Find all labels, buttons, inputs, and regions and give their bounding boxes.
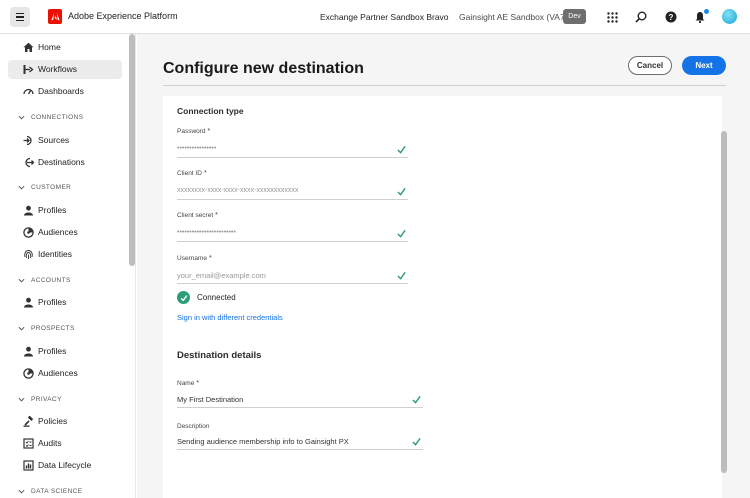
name-field[interactable]: My First Destination — [177, 392, 423, 408]
password-label: Password * — [177, 128, 211, 135]
help-icon[interactable]: ? — [664, 10, 678, 24]
profile-icon — [22, 345, 34, 357]
section-data-science[interactable]: DATA SCIENCE — [18, 488, 83, 495]
sidebar-item-home[interactable]: Home — [8, 38, 122, 57]
home-icon — [22, 41, 34, 53]
connection-status: Connected — [177, 291, 236, 304]
chevron-down-icon — [18, 278, 25, 283]
dashboard-icon — [22, 85, 34, 97]
chevron-down-icon — [18, 185, 25, 190]
name-label: Name * — [177, 380, 200, 387]
sidebar-item-data-lifecycle[interactable]: Data Lifecycle — [8, 456, 122, 475]
checkmark-icon — [397, 187, 406, 196]
username-label: Username * — [177, 255, 212, 262]
profile-icon — [22, 296, 34, 308]
audiences-icon — [22, 226, 34, 238]
checkmark-icon — [397, 145, 406, 154]
checkmark-icon — [412, 437, 421, 446]
sandbox-switcher[interactable]: Gainsight AE Sandbox (VA7) — [459, 12, 568, 22]
connection-type-heading: Connection type — [177, 106, 244, 116]
client-secret-label: Client secret * — [177, 212, 218, 219]
sidebar-item-identities[interactable]: Identities — [8, 245, 122, 264]
description-field[interactable]: Sending audience membership info to Gain… — [177, 434, 423, 450]
sidebar-item-customer-profiles[interactable]: Profiles — [8, 201, 122, 220]
chevron-down-icon — [18, 489, 25, 494]
org-switcher[interactable]: Exchange Partner Sandbox Bravo — [320, 12, 449, 22]
destination-details-heading: Destination details — [177, 350, 262, 361]
menu-icon[interactable] — [10, 7, 30, 27]
search-icon[interactable] — [634, 10, 648, 24]
adobe-logo[interactable] — [48, 9, 62, 24]
sidebar-item-workflows[interactable]: Workflows — [8, 60, 122, 79]
audits-icon — [22, 437, 34, 449]
sign-in-different-credentials-link[interactable]: Sign in with different credentials — [177, 313, 283, 322]
data-lifecycle-icon — [22, 459, 34, 471]
chevron-down-icon — [18, 115, 25, 120]
checkmark-icon — [412, 395, 421, 404]
client-id-label: Client ID * — [177, 170, 207, 177]
next-button[interactable]: Next — [682, 56, 726, 75]
audiences-icon — [22, 367, 34, 379]
client-id-field[interactable]: xxxxxxxx-xxxx-xxxx-xxxx-xxxxxxxxxxxx — [177, 184, 408, 200]
sources-icon — [22, 134, 34, 146]
sidebar-item-audits[interactable]: Audits — [8, 434, 122, 453]
checkmark-icon — [397, 229, 406, 238]
profile-icon — [22, 204, 34, 216]
fingerprint-icon — [22, 248, 34, 260]
password-field[interactable]: •••••••••••••••• — [177, 142, 408, 158]
env-badge: Dev — [563, 9, 586, 24]
destinations-icon — [22, 156, 34, 168]
chevron-down-icon — [18, 397, 25, 402]
workflows-icon — [22, 63, 34, 75]
success-check-icon — [177, 291, 190, 304]
section-accounts[interactable]: ACCOUNTS — [18, 277, 71, 284]
policies-icon — [22, 415, 34, 427]
section-prospects[interactable]: PROSPECTS — [18, 325, 75, 332]
notification-dot — [703, 8, 710, 15]
sidebar: Home Workflows Dashboards CONNECTIONS So… — [0, 34, 136, 498]
header-divider — [163, 85, 726, 86]
svg-text:?: ? — [669, 13, 674, 22]
apps-grid-icon[interactable] — [605, 10, 619, 24]
main-content: Configure new destination Cancel Next Co… — [137, 34, 750, 498]
section-connections[interactable]: CONNECTIONS — [18, 114, 83, 121]
sidebar-item-prospects-audiences[interactable]: Audiences — [8, 364, 122, 383]
sidebar-item-accounts-profiles[interactable]: Profiles — [8, 293, 122, 312]
top-bar: Adobe Experience Platform Exchange Partn… — [0, 0, 750, 34]
sidebar-item-customer-audiences[interactable]: Audiences — [8, 223, 122, 242]
client-secret-field[interactable]: •••••••••••••••••••••••• — [177, 226, 408, 242]
cancel-button[interactable]: Cancel — [628, 56, 672, 75]
sidebar-item-dashboards[interactable]: Dashboards — [8, 82, 122, 101]
username-field[interactable]: your_email@example.com — [177, 268, 408, 284]
sidebar-scrollbar[interactable] — [129, 34, 135, 266]
app-title[interactable]: Adobe Experience Platform — [68, 11, 178, 21]
sidebar-item-sources[interactable]: Sources — [8, 131, 122, 150]
sidebar-item-policies[interactable]: Policies — [8, 412, 122, 431]
chevron-down-icon — [18, 326, 25, 331]
section-privacy[interactable]: PRIVACY — [18, 396, 62, 403]
sidebar-item-destinations[interactable]: Destinations — [8, 153, 122, 172]
section-customer[interactable]: CUSTOMER — [18, 184, 71, 191]
page-title: Configure new destination — [163, 60, 364, 77]
sidebar-item-prospects-profiles[interactable]: Profiles — [8, 342, 122, 361]
checkmark-icon — [397, 271, 406, 280]
content-scrollbar[interactable] — [721, 131, 727, 473]
description-label: Description — [177, 423, 210, 430]
avatar[interactable] — [722, 9, 737, 24]
